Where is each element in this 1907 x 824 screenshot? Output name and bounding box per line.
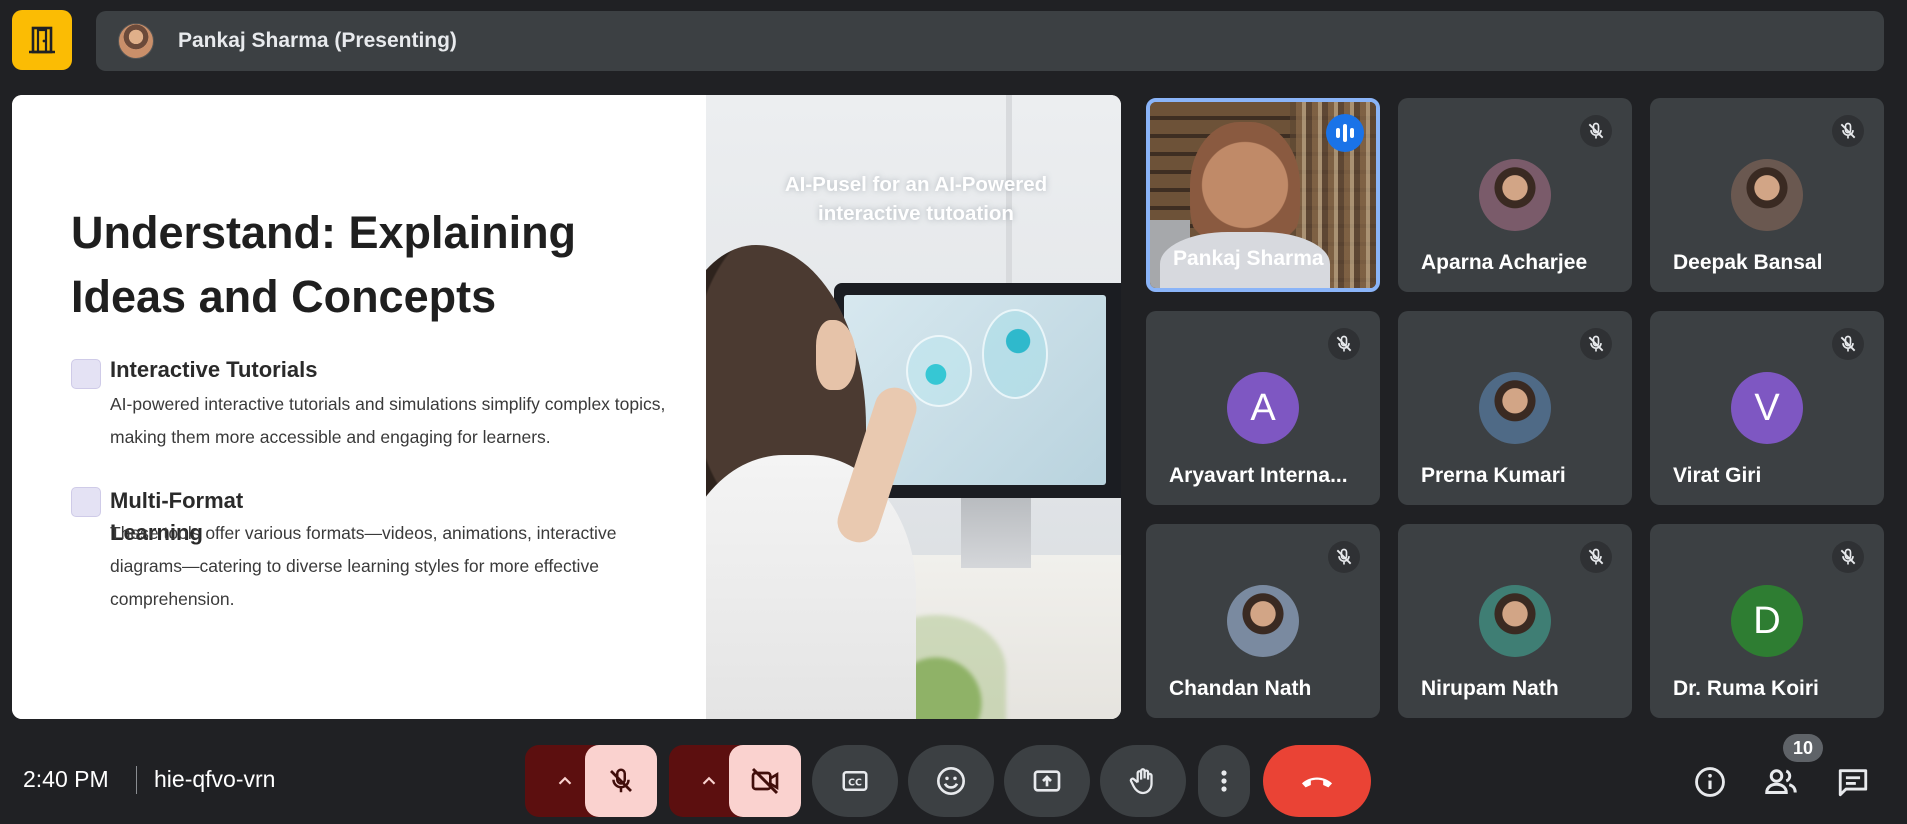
participant-tile-aparna-acharjee[interactable]: Aparna Acharjee	[1398, 98, 1632, 292]
mic-off-icon	[1832, 115, 1864, 147]
captions-icon: CC	[842, 771, 868, 791]
participant-name: Nirupam Nath	[1421, 677, 1559, 700]
presenter-avatar	[118, 23, 154, 59]
present-icon	[1033, 770, 1061, 792]
camera-toggle-button[interactable]	[729, 745, 801, 817]
chat-button[interactable]	[1831, 760, 1875, 804]
people-icon	[1765, 769, 1797, 794]
raise-hand-button[interactable]	[1100, 745, 1186, 817]
raise-hand-icon	[1129, 768, 1153, 795]
emoji-icon	[937, 767, 965, 795]
participant-name: Dr. Ruma Koiri	[1673, 677, 1819, 700]
meeting-details-button[interactable]	[1688, 760, 1732, 804]
participant-avatar	[1479, 159, 1551, 231]
meeting-time: 2:40 PM	[23, 766, 109, 792]
speaking-indicator-icon	[1326, 114, 1364, 152]
participant-avatar	[1479, 372, 1551, 444]
participant-avatar: V	[1731, 372, 1803, 444]
participant-name: Aryavart Interna...	[1169, 464, 1348, 487]
participant-tile-virat-giri[interactable]: V Virat Giri	[1650, 311, 1884, 505]
participant-tile-chandan-nath[interactable]: Chandan Nath	[1146, 524, 1380, 718]
participant-name: Pankaj Sharma	[1173, 247, 1324, 270]
participant-tile-aryavart-interna[interactable]: A Aryavart Interna...	[1146, 311, 1380, 505]
microphone-toggle-button[interactable]	[585, 745, 657, 817]
participant-name: Prerna Kumari	[1421, 464, 1566, 487]
participant-name: Aparna Acharjee	[1421, 251, 1588, 274]
mic-off-icon	[1328, 328, 1360, 360]
presenter-bar[interactable]: Pankaj Sharma (Presenting)	[96, 11, 1884, 71]
bullet-heading: Interactive Tutorials	[110, 357, 318, 382]
participant-tile-pankaj-sharma[interactable]: Pankaj Sharma	[1146, 98, 1380, 292]
chevron-up-icon	[702, 776, 716, 785]
more-options-icon	[1221, 770, 1227, 792]
participant-tile-deepak-bansal[interactable]: Deepak Bansal	[1650, 98, 1884, 292]
captions-button[interactable]: CC	[812, 745, 898, 817]
bullet-text: AI-powered interactive tutorials and sim…	[110, 394, 666, 447]
participant-name: Chandan Nath	[1169, 677, 1312, 700]
participant-avatar	[1731, 159, 1803, 231]
participant-avatar: A	[1227, 372, 1299, 444]
bullet-checkbox	[71, 359, 101, 389]
more-options-button[interactable]	[1198, 745, 1250, 817]
slide-text-panel: Understand: Explaining Ideas and Concept…	[12, 95, 706, 719]
mic-off-icon	[1580, 328, 1612, 360]
participant-tile-dr-ruma-koiri[interactable]: D Dr. Ruma Koiri	[1650, 524, 1884, 718]
svg-text:CC: CC	[848, 777, 862, 788]
divider	[136, 766, 137, 794]
chat-icon	[1838, 769, 1868, 797]
participant-tile-nirupam-nath[interactable]: Nirupam Nath	[1398, 524, 1632, 718]
bullet-text: These tools offer various formats—videos…	[110, 523, 617, 609]
camera-off-icon	[751, 767, 779, 795]
participant-tile-prerna-kumari[interactable]: Prerna Kumari	[1398, 311, 1632, 505]
slide-image-caption: AI-Pusel for an AI-Powered interactive t…	[784, 173, 1048, 225]
reactions-button[interactable]	[908, 745, 994, 817]
present-now-button[interactable]	[1004, 745, 1090, 817]
exit-door-icon	[29, 26, 55, 54]
slide-image: AI-Pusel for an AI-Powered interactive t…	[706, 95, 1121, 719]
leave-call-button[interactable]	[1263, 745, 1371, 817]
presenter-label: Pankaj Sharma (Presenting)	[178, 29, 457, 52]
participant-name: Virat Giri	[1673, 464, 1762, 487]
mic-off-icon	[1832, 328, 1864, 360]
slide-title: Understand: Explaining Ideas and Concept…	[71, 207, 577, 322]
participant-count-badge: 10	[1783, 734, 1823, 762]
mic-off-icon	[1328, 541, 1360, 573]
exit-button[interactable]	[12, 10, 72, 70]
mic-off-icon	[1580, 115, 1612, 147]
mic-off-icon	[1832, 541, 1864, 573]
presentation-slide: Understand: Explaining Ideas and Concept…	[12, 95, 1121, 719]
bullet-checkbox	[71, 487, 101, 517]
participant-name: Deepak Bansal	[1673, 251, 1823, 274]
info-icon	[1695, 767, 1725, 797]
meeting-code[interactable]: hie-qfvo-vrn	[154, 766, 275, 793]
participant-avatar: D	[1731, 585, 1803, 657]
mic-off-icon	[610, 768, 632, 793]
end-call-icon	[1301, 777, 1333, 788]
mic-off-icon	[1580, 541, 1612, 573]
people-button[interactable]	[1759, 760, 1803, 804]
participant-avatar	[1227, 585, 1299, 657]
participant-avatar	[1479, 585, 1551, 657]
chevron-up-icon	[558, 776, 572, 785]
